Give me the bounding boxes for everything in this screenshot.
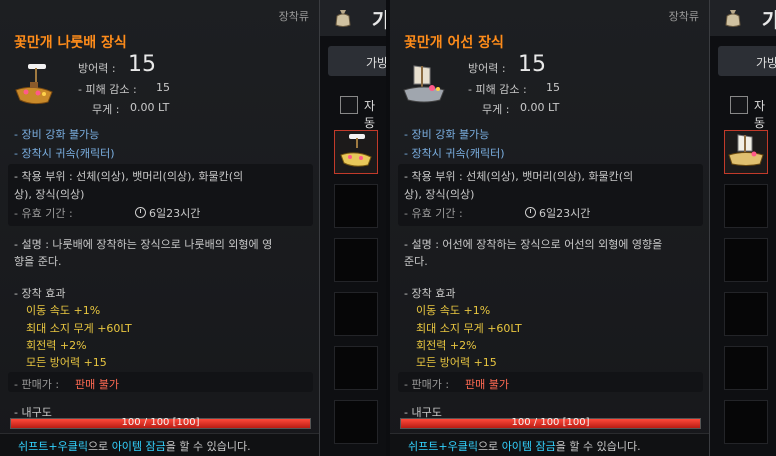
fishing-boat-decoration-icon: [403, 65, 445, 103]
auto-sort-checkbox[interactable]: [340, 96, 358, 114]
tab-bag[interactable]: 가방: [718, 46, 776, 76]
effect-item: 모든 방어력 +15: [26, 356, 107, 369]
lock-hint-footer: 쉬프트+우클릭으로 아이템 잠금을 할 수 있습니다.: [0, 433, 319, 456]
auto-sort-checkbox[interactable]: [730, 96, 748, 114]
inventory-slot-selected[interactable]: [724, 130, 768, 174]
item-tooltip: 장착류 꽃만개 나룻배 장식 방어력 : 15 - 피해 감소 : 15 무게 …: [0, 0, 320, 456]
tab-bag-label: 가방: [756, 56, 776, 70]
tooltip-panel-fishing-boat: 장착류 꽃만개 어선 장식 방어력 : 15 - 피해 감소 : 15 무게 :…: [390, 0, 776, 456]
period-value: 6일23시간: [539, 207, 591, 220]
enhance-note: - 장비 강화 불가능: [14, 128, 100, 141]
rowboat-decoration-icon: [340, 134, 372, 167]
inventory-slot-selected[interactable]: [334, 130, 378, 174]
damage-reduction-label: - 피해 감소 :: [78, 83, 137, 96]
item-category: 장착류: [278, 10, 309, 23]
effect-title: - 장착 효과: [404, 287, 456, 300]
durability-text: 100 / 100 [100]: [511, 417, 590, 428]
hint-text-end: 을 할 수 있습니다.: [555, 440, 641, 453]
defense-label: 방어력 :: [78, 62, 116, 75]
inventory-slot[interactable]: [334, 400, 378, 444]
lock-hint: 쉬프트+우클릭으로 아이템 잠금을 할 수 있습니다.: [18, 438, 251, 454]
description-line1: - 설명 : 어선에 장착하는 장식으로 어선의 외형에 영향을: [404, 238, 663, 251]
hint-text: 으로: [87, 440, 112, 453]
inventory-title: 가: [372, 8, 386, 32]
inventory-window: 가 가방 자동: [320, 0, 386, 456]
description-line2: 준다.: [404, 255, 428, 268]
effect-item: 모든 방어력 +15: [416, 356, 497, 369]
effect-item: 최대 소지 무게 +60LT: [416, 322, 522, 335]
defense-value: 15: [518, 52, 546, 77]
hint-key: 쉬프트+우클릭: [18, 440, 88, 453]
lock-hint: 쉬프트+우클릭으로 아이템 잠금을 할 수 있습니다.: [408, 438, 641, 454]
weight-label: 무게 :: [92, 103, 120, 116]
item-title: 꽃만개 나룻배 장식: [14, 35, 127, 51]
sell-value: 판매 불가: [75, 378, 119, 391]
inventory-header: 가: [320, 0, 386, 36]
inventory-slot[interactable]: [724, 238, 768, 282]
effect-item: 최대 소지 무게 +60LT: [26, 322, 132, 335]
hint-text: 으로: [477, 440, 502, 453]
inventory-slot[interactable]: [334, 292, 378, 336]
item-tooltip: 장착류 꽃만개 어선 장식 방어력 : 15 - 피해 감소 : 15 무게 :…: [390, 0, 710, 456]
inventory-slot[interactable]: [724, 292, 768, 336]
auto-sort-label: 자동: [364, 99, 376, 130]
hint-action: 아이템 잠금: [111, 440, 166, 453]
effect-item: 이동 속도 +1%: [416, 304, 491, 317]
equip-slots-line1: - 착용 부위 : 선체(의상), 뱃머리(의상), 화물칸(의: [404, 170, 634, 183]
clock-icon: [525, 207, 536, 218]
sell-value: 판매 불가: [465, 378, 509, 391]
equip-slots-line2: 상), 장식(의상): [14, 188, 85, 201]
durability-bar: 100 / 100 [100]: [400, 417, 701, 429]
item-title: 꽃만개 어선 장식: [404, 35, 504, 51]
damage-reduction-value: 15: [546, 81, 560, 94]
equip-slots-line2: 상), 장식(의상): [404, 188, 475, 201]
fishing-boat-decoration-icon: [728, 134, 764, 166]
inventory-slot[interactable]: [724, 346, 768, 390]
bag-icon: [335, 10, 351, 27]
bind-note: - 장착시 귀속(캐릭터): [404, 147, 505, 160]
inventory-slot[interactable]: [334, 184, 378, 228]
inventory-slot[interactable]: [724, 184, 768, 228]
item-category: 장착류: [668, 10, 699, 23]
inventory-slot[interactable]: [334, 238, 378, 282]
tab-bag-label: 가방: [366, 56, 386, 70]
inventory-slot[interactable]: [334, 346, 378, 390]
hint-text-end: 을 할 수 있습니다.: [165, 440, 251, 453]
effect-item: 회전력 +2%: [26, 339, 87, 352]
inventory-window: 가 가방 자동: [710, 0, 776, 456]
rowboat-decoration-icon: [15, 64, 53, 105]
equip-slots-line1: - 착용 부위 : 선체(의상), 뱃머리(의상), 화물칸(의: [14, 170, 244, 183]
weight-label: 무게 :: [482, 103, 510, 116]
clock-icon: [135, 207, 146, 218]
damage-reduction-label: - 피해 감소 :: [468, 83, 527, 96]
auto-sort-label: 자동: [754, 99, 766, 130]
durability-text: 100 / 100 [100]: [121, 417, 200, 428]
weight-value: 0.00 LT: [520, 101, 560, 114]
defense-value: 15: [128, 52, 156, 77]
damage-reduction-value: 15: [156, 81, 170, 94]
inventory-title: 가: [762, 8, 776, 32]
weight-value: 0.00 LT: [130, 101, 170, 114]
hint-action: 아이템 잠금: [501, 440, 556, 453]
period-row: 6일23시간: [135, 205, 200, 221]
period-row: 6일23시간: [525, 205, 590, 221]
tooltip-panel-rowboat: 장착류 꽃만개 나룻배 장식 방어력 : 15 - 피해 감소 : 15 무게 …: [0, 0, 386, 456]
hint-key: 쉬프트+우클릭: [408, 440, 478, 453]
description-line1: - 설명 : 나룻배에 장착하는 장식으로 나룻배의 외형에 영: [14, 238, 273, 251]
effect-item: 회전력 +2%: [416, 339, 477, 352]
effect-item: 이동 속도 +1%: [26, 304, 101, 317]
tab-bag[interactable]: 가방: [328, 46, 386, 76]
bind-note: - 장착시 귀속(캐릭터): [14, 147, 115, 160]
defense-label: 방어력 :: [468, 62, 506, 75]
durability-bar: 100 / 100 [100]: [10, 417, 311, 429]
description-line2: 향을 준다.: [14, 255, 62, 268]
period-value: 6일23시간: [149, 207, 201, 220]
bag-icon: [725, 10, 741, 27]
inventory-slot[interactable]: [724, 400, 768, 444]
inventory-header: 가: [710, 0, 776, 36]
enhance-note: - 장비 강화 불가능: [404, 128, 490, 141]
lock-hint-footer: 쉬프트+우클릭으로 아이템 잠금을 할 수 있습니다.: [390, 433, 709, 456]
effect-title: - 장착 효과: [14, 287, 66, 300]
